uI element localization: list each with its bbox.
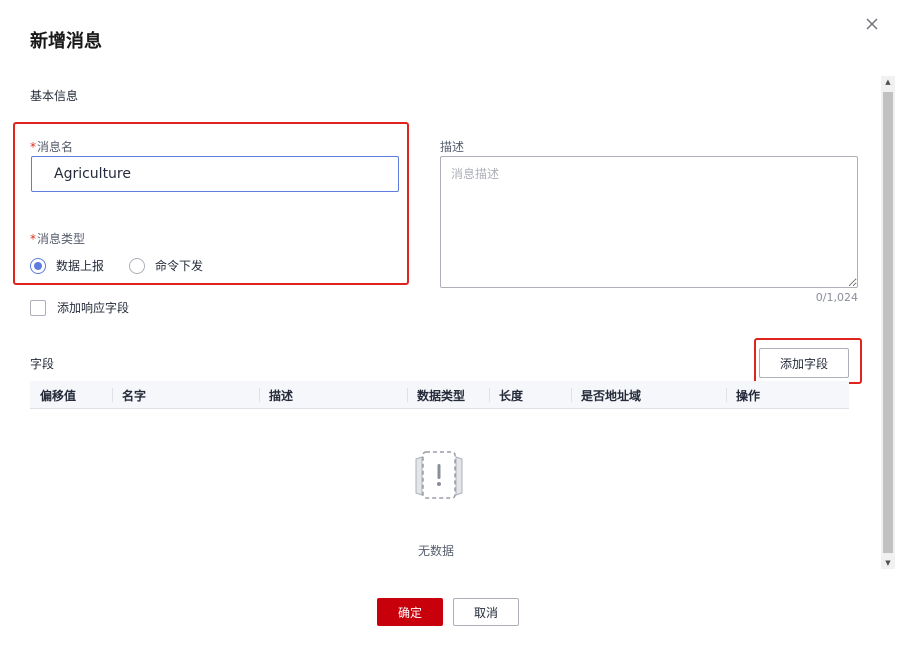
column-actions: 操作 xyxy=(736,389,761,403)
column-offset: 偏移值 xyxy=(40,389,77,403)
message-type-label: *消息类型 xyxy=(30,230,85,247)
column-description: 描述 xyxy=(269,389,294,403)
description-label: 描述 xyxy=(440,140,465,154)
scroll-thumb[interactable] xyxy=(883,92,893,553)
radio-data-report[interactable]: 数据上报 xyxy=(30,257,104,274)
empty-box-icon xyxy=(412,449,466,501)
confirm-button[interactable]: 确定 xyxy=(377,598,443,626)
column-data-type: 数据类型 xyxy=(417,389,466,403)
message-name-label-text: 消息名 xyxy=(37,140,74,154)
basic-info-heading: 基本信息 xyxy=(30,89,79,103)
scrollbar[interactable]: ▲ ▼ xyxy=(881,76,895,569)
column-divider xyxy=(259,388,260,402)
add-field-button[interactable]: 添加字段 xyxy=(759,348,849,378)
column-is-address: 是否地址域 xyxy=(581,389,642,403)
radio-command-send[interactable]: 命令下发 xyxy=(129,257,203,274)
add-response-field-label: 添加响应字段 xyxy=(57,301,130,315)
scroll-down-arrow-icon[interactable]: ▼ xyxy=(881,557,895,569)
column-length: 长度 xyxy=(499,389,524,403)
checkbox-unchecked-icon xyxy=(30,299,46,316)
radio-checked-icon xyxy=(30,257,46,274)
empty-state-text: 无数据 xyxy=(418,544,455,558)
column-divider xyxy=(571,388,572,402)
column-divider xyxy=(407,388,408,402)
fields-heading: 字段 xyxy=(30,357,55,371)
column-divider xyxy=(112,388,113,402)
radio-unchecked-icon xyxy=(129,257,145,274)
column-divider xyxy=(726,388,727,402)
radio-command-send-label: 命令下发 xyxy=(155,259,204,273)
message-type-label-text: 消息类型 xyxy=(37,232,86,246)
message-name-label: *消息名 xyxy=(30,138,73,155)
scroll-up-arrow-icon[interactable]: ▲ xyxy=(881,76,895,88)
close-icon[interactable] xyxy=(862,14,882,34)
add-response-field-checkbox[interactable]: 添加响应字段 xyxy=(30,299,129,316)
description-counter: 0/1,024 xyxy=(815,291,858,304)
required-mark: * xyxy=(30,232,36,246)
radio-data-report-label: 数据上报 xyxy=(56,259,105,273)
column-divider xyxy=(489,388,490,402)
description-textarea[interactable] xyxy=(440,156,858,288)
column-name: 名字 xyxy=(122,389,147,403)
message-name-input[interactable] xyxy=(31,156,399,192)
dialog-title: 新增消息 xyxy=(30,31,102,52)
fields-table-header: 偏移值 名字 描述 数据类型 长度 是否地址域 操作 xyxy=(30,381,849,409)
required-mark: * xyxy=(30,140,36,154)
cancel-button[interactable]: 取消 xyxy=(453,598,519,626)
